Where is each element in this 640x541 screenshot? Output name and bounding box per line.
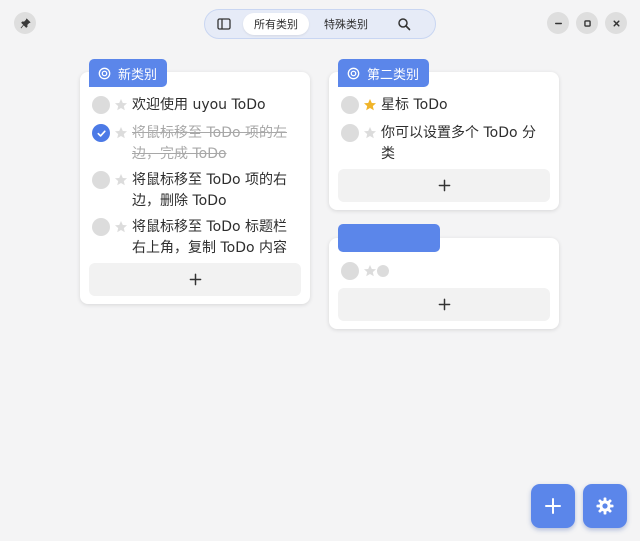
category-card: 星标 ToDo 你可以设置多个 ToDo 分类 xyxy=(329,72,559,210)
minimize-button[interactable] xyxy=(547,12,569,34)
close-button[interactable] xyxy=(605,12,627,34)
category-switcher: 所有类别 特殊类别 xyxy=(204,9,436,39)
plus-icon xyxy=(438,298,450,311)
star-icon[interactable] xyxy=(114,173,128,187)
star-icon[interactable] xyxy=(114,126,128,140)
plus-icon xyxy=(438,179,450,192)
tab-all-categories[interactable]: 所有类别 xyxy=(243,13,309,35)
tab-special-categories[interactable]: 特殊类别 xyxy=(313,13,379,35)
copy-icon[interactable] xyxy=(377,265,389,277)
search-button[interactable] xyxy=(389,13,419,35)
category-card: 欢迎使用 uyou ToDo 将鼠标移至 ToDo 项的左边，完成 ToDo 将… xyxy=(80,72,310,304)
star-icon[interactable] xyxy=(114,98,128,112)
star-icon[interactable] xyxy=(114,220,128,234)
todo-item: 星标 ToDo xyxy=(341,95,549,116)
todo-text[interactable]: 欢迎使用 uyou ToDo xyxy=(132,95,266,116)
todo-item xyxy=(341,261,549,280)
category-title-input[interactable] xyxy=(338,224,440,252)
sidebar-toggle-icon xyxy=(217,18,231,30)
maximize-button[interactable] xyxy=(576,12,598,34)
minimize-icon xyxy=(554,22,562,24)
search-icon xyxy=(398,18,411,31)
settings-button[interactable] xyxy=(583,484,627,528)
todo-checkbox[interactable] xyxy=(341,124,359,142)
plus-icon xyxy=(189,273,201,286)
todo-text[interactable]: 将鼠标移至 ToDo 项的右边，删除 ToDo xyxy=(132,170,300,212)
check-icon xyxy=(96,129,106,137)
todo-checkbox[interactable] xyxy=(92,218,110,236)
todo-item: 你可以设置多个 ToDo 分类 xyxy=(341,123,549,165)
add-category-button[interactable] xyxy=(531,484,575,528)
plus-icon xyxy=(545,498,561,514)
star-icon[interactable] xyxy=(363,264,377,278)
maximize-icon xyxy=(583,19,591,27)
gear-icon xyxy=(596,497,614,515)
todo-text[interactable]: 将鼠标移至 ToDo 项的左边，完成 ToDo xyxy=(132,123,300,165)
todo-checkbox[interactable] xyxy=(341,96,359,114)
star-icon[interactable] xyxy=(363,126,377,140)
todo-checkbox[interactable] xyxy=(92,171,110,189)
pin-icon xyxy=(20,18,30,28)
todo-checkbox[interactable] xyxy=(92,96,110,114)
category-title: 新类别 xyxy=(118,67,158,83)
star-icon[interactable] xyxy=(363,98,377,112)
todo-text[interactable]: 星标 ToDo xyxy=(381,95,448,116)
todo-text[interactable]: 将鼠标移至 ToDo 标题栏右上角，复制 ToDo 内容 xyxy=(132,217,300,259)
add-todo-button[interactable] xyxy=(338,288,550,321)
todo-item: 将鼠标移至 ToDo 标题栏右上角，复制 ToDo 内容 xyxy=(92,217,300,259)
close-icon xyxy=(612,19,620,27)
target-icon xyxy=(347,67,360,79)
todo-checkbox[interactable] xyxy=(341,262,359,280)
todo-checkbox[interactable] xyxy=(92,124,110,142)
add-todo-button[interactable] xyxy=(338,169,550,202)
add-todo-button[interactable] xyxy=(89,263,301,296)
category-title: 第二类别 xyxy=(367,67,420,83)
todo-item: 将鼠标移至 ToDo 项的右边，删除 ToDo xyxy=(92,170,300,212)
todo-item: 欢迎使用 uyou ToDo xyxy=(92,95,300,116)
target-icon xyxy=(98,67,111,79)
todo-item: 将鼠标移至 ToDo 项的左边，完成 ToDo xyxy=(92,123,300,165)
category-tag[interactable]: 第二类别 xyxy=(338,59,430,87)
sidebar-toggle-button[interactable] xyxy=(209,13,239,35)
todo-text[interactable]: 你可以设置多个 ToDo 分类 xyxy=(381,123,549,165)
pin-button[interactable] xyxy=(14,12,36,34)
category-tag[interactable]: 新类别 xyxy=(89,59,168,87)
